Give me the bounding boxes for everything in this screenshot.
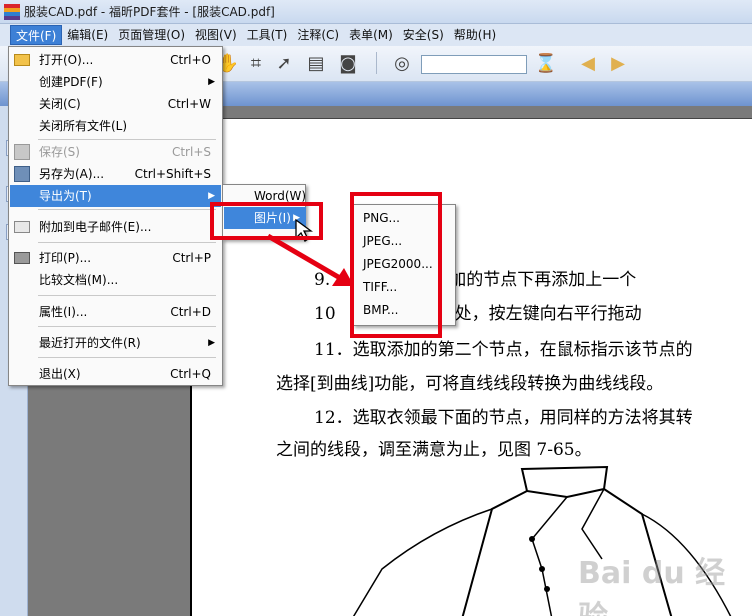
title-bar: 服装CAD.pdf - 福昕PDF套件 - [服装CAD.pdf] [0,0,752,24]
menu-help[interactable]: 帮助(H) [449,25,501,45]
next-icon[interactable]: ▶ [606,51,630,75]
menu-page-management[interactable]: 页面管理(O) [113,25,190,45]
menu-comment[interactable]: 注释(C) [292,25,344,45]
menu-file[interactable]: 文件(F) [10,25,63,45]
app-logo-icon [4,3,20,20]
previous-icon[interactable]: ◀ [576,51,600,75]
binoculars-icon[interactable]: ◎ [390,51,414,75]
camera-icon[interactable]: ◙ [336,51,360,75]
snapshot-select-icon[interactable]: ⌗ [244,51,268,75]
find-options-icon[interactable]: ⌛ [534,51,558,75]
menu-item-save[interactable]: 保存(S) Ctrl+S [10,141,221,163]
text-select-icon[interactable]: ▤ [304,51,328,75]
menu-tools[interactable]: 工具(T) [242,25,293,45]
printer-icon [14,252,30,264]
menu-item-print[interactable]: 打印(P)... Ctrl+P [10,247,221,269]
select-arrow-icon[interactable]: ➚ [272,51,296,75]
menu-bar: 文件(F) 编辑(E) 页面管理(O) 视图(V) 工具(T) 注释(C) 表单… [0,24,752,46]
menu-security[interactable]: 安全(S) [398,25,449,45]
doc-line: 12．选取衣领最下面的节点，用同样的方法将其转 [314,408,693,428]
menu-item-close[interactable]: 关闭(C) Ctrl+W [10,93,221,115]
search-input[interactable] [421,55,527,74]
doc-line: 之间的线段，调至满意为止，见图 7-65。 [276,440,592,460]
menu-item-open[interactable]: 打开(O)... Ctrl+O [10,49,221,71]
submenu-arrow-icon: ▶ [208,338,215,348]
menu-item-close-all[interactable]: 关闭所有文件(L) [10,115,221,137]
annotation-box-formats [350,192,442,338]
watermark: Bai du 经验 [578,556,726,616]
menu-item-recent-files[interactable]: 最近打开的文件(R) ▶ [10,332,221,354]
doc-line: 选择[到曲线]功能，可将直线线段转换为曲线线段。 [276,374,664,394]
folder-icon [14,54,30,66]
menu-item-create-pdf[interactable]: 创建PDF(F) ▶ [10,71,221,93]
menu-item-save-as[interactable]: 另存为(A)... Ctrl+Shift+S [10,163,221,185]
menu-item-properties[interactable]: 属性(I)... Ctrl+D [10,301,221,323]
window-title: 服装CAD.pdf - 福昕PDF套件 - [服装CAD.pdf] [24,5,275,19]
file-menu: 打开(O)... Ctrl+O 创建PDF(F) ▶ 关闭(C) Ctrl+W … [8,46,223,386]
email-icon [14,221,30,233]
menu-edit[interactable]: 编辑(E) [62,25,113,45]
menu-item-compare[interactable]: 比较文档(M)... [10,269,221,291]
menu-form[interactable]: 表单(M) [344,25,398,45]
menu-item-attach-email[interactable]: 附加到电子邮件(E)... [10,216,221,238]
save-disk-icon [14,144,30,160]
annotation-arrow-icon [266,233,354,286]
save-as-icon [14,166,30,182]
doc-line: 11．选取添加的第二个节点，在鼠标指示该节点的 [314,340,693,360]
menu-view[interactable]: 视图(V) [190,25,242,45]
menu-item-export-as[interactable]: 导出为(T) ▶ [10,185,221,207]
submenu-arrow-icon: ▶ [208,77,215,87]
menu-item-exit[interactable]: 退出(X) Ctrl+Q [10,363,221,385]
